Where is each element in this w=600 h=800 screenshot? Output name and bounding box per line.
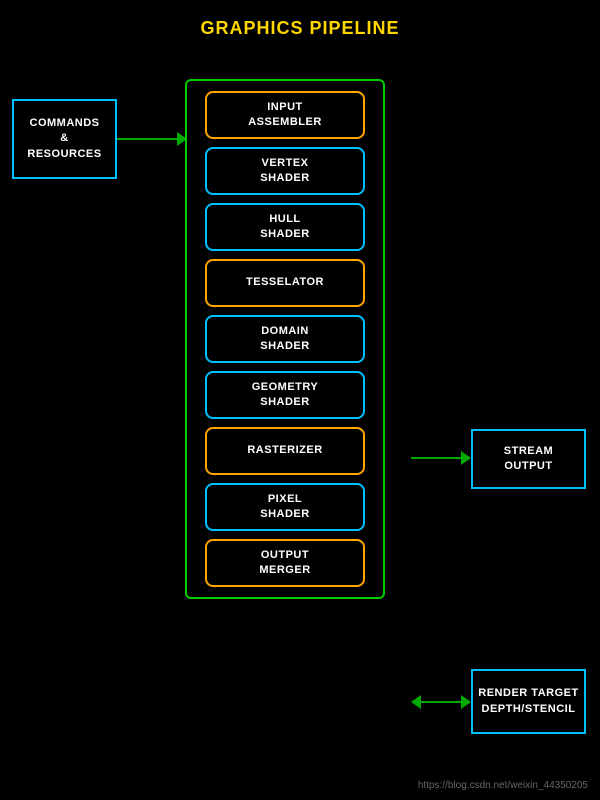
stage-output-merger: OUTPUTMERGER	[205, 539, 365, 587]
arrow-head-stream	[461, 451, 471, 465]
stage-rasterizer-label: RASTERIZER	[247, 443, 322, 458]
render-target-label: RENDER TARGETDEPTH/STENCIL	[478, 686, 578, 717]
stage-vertex-shader-label: VERTEXSHADER	[260, 156, 309, 187]
commands-resources-label: COMMANDS&RESOURCES	[27, 116, 101, 162]
stream-output-label: STREAMOUTPUT	[504, 444, 553, 475]
stage-geometry-shader: GEOMETRYSHADER	[205, 371, 365, 419]
commands-to-pipeline-arrow	[117, 132, 187, 146]
arrow-line-render	[421, 701, 461, 703]
stage-hull-shader-label: HULLSHADER	[260, 212, 309, 243]
stage-domain-shader-label: DOMAINSHADER	[260, 324, 309, 355]
arrow-head-render-right	[461, 695, 471, 709]
stage-vertex-shader: VERTEXSHADER	[205, 147, 365, 195]
stage-tesselator-label: TESSELATOR	[246, 275, 324, 290]
stream-output-box: STREAMOUTPUT	[471, 429, 586, 489]
main-area: COMMANDS&RESOURCES INPUTASSEMBLER VERTEX…	[0, 49, 600, 799]
pipeline-to-stream-arrow	[411, 451, 471, 465]
arrow-head-render-left	[411, 695, 421, 709]
stage-output-merger-label: OUTPUTMERGER	[259, 548, 310, 579]
stage-pixel-shader: PIXELSHADER	[205, 483, 365, 531]
stage-pixel-shader-label: PIXELSHADER	[260, 492, 309, 523]
pipeline-container: INPUTASSEMBLER VERTEXSHADER HULLSHADER T…	[185, 79, 385, 599]
stage-tesselator: TESSELATOR	[205, 259, 365, 307]
render-target-box: RENDER TARGETDEPTH/STENCIL	[471, 669, 586, 734]
stage-rasterizer: RASTERIZER	[205, 427, 365, 475]
watermark: https://blog.csdn.net/weixin_44350205	[418, 780, 588, 791]
arrow-line-stream	[411, 457, 461, 459]
commands-resources-box: COMMANDS&RESOURCES	[12, 99, 117, 179]
arrow-line	[117, 138, 177, 140]
stage-domain-shader: DOMAINSHADER	[205, 315, 365, 363]
stage-hull-shader: HULLSHADER	[205, 203, 365, 251]
stage-geometry-shader-label: GEOMETRYSHADER	[252, 380, 319, 411]
stage-input-assembler-label: INPUTASSEMBLER	[248, 100, 322, 131]
stage-input-assembler: INPUTASSEMBLER	[205, 91, 365, 139]
page-title: GRAPHICS PIPELINE	[0, 0, 600, 39]
pipeline-to-render-arrow	[411, 695, 471, 709]
